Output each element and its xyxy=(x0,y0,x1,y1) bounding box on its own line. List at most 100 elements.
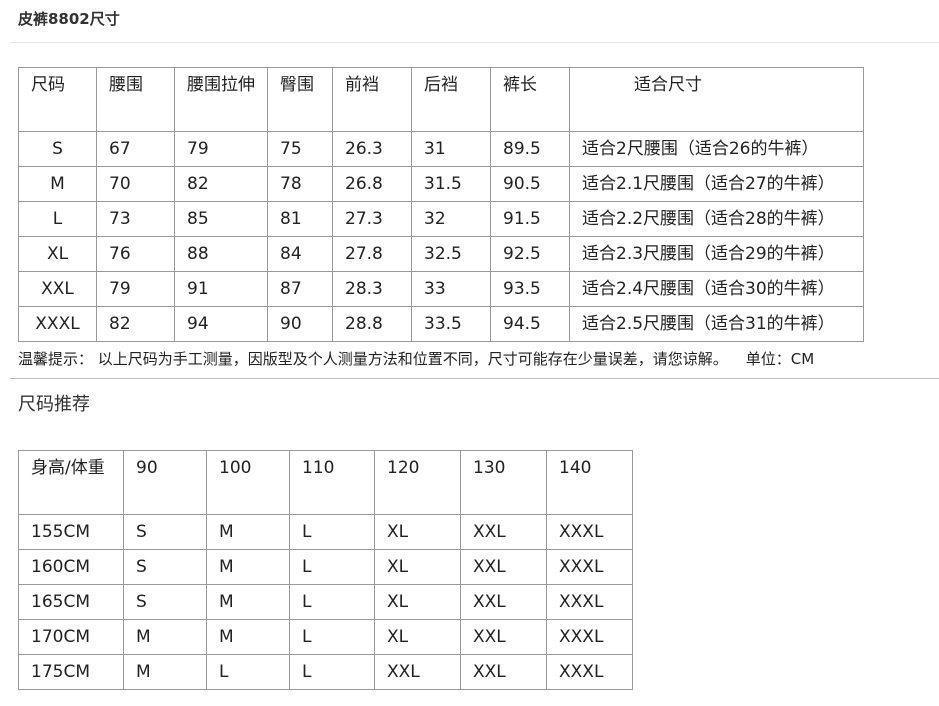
column-header: 120 xyxy=(374,450,461,515)
table-cell: 适合2.3尺腰围（适合29的牛裤） xyxy=(569,236,864,272)
table-cell: 87 xyxy=(267,271,333,307)
table-cell: XXL xyxy=(460,514,547,550)
column-header: 90 xyxy=(123,450,207,515)
table-cell: 31 xyxy=(411,131,491,167)
table-cell: L xyxy=(289,654,375,690)
table-cell: XL xyxy=(374,549,461,585)
table-row: S 67 79 75 26.3 31 89.5 适合2尺腰围（适合26的牛裤） xyxy=(18,131,864,167)
table-cell: 33 xyxy=(411,271,491,307)
table-cell: 155CM xyxy=(18,514,124,550)
table-cell: 90 xyxy=(267,306,333,342)
section-divider xyxy=(10,378,939,379)
table-cell: XXL xyxy=(460,549,547,585)
table-cell: XXXL xyxy=(546,584,633,620)
table-cell: 33.5 xyxy=(411,306,491,342)
table-cell: 93.5 xyxy=(490,271,570,307)
size-recommendation-table: 身高/体重 90 100 110 120 130 140 155CM S M L XL XXL XXXL 1… xyxy=(18,450,633,690)
table-row: L 73 85 81 27.3 32 91.5 适合2.2尺腰围（适合28的牛裤） xyxy=(18,201,864,237)
measurement-note: 温馨提示： 以上尺码为手工测量，因版型及个人测量方法和位置不同，尺寸可能存在少量… xyxy=(18,348,814,369)
unit-label: 单位：CM xyxy=(745,350,815,368)
table-cell: L xyxy=(289,514,375,550)
table-cell: M xyxy=(123,654,207,690)
table-cell: XL xyxy=(18,236,97,272)
table-cell: 90.5 xyxy=(490,166,570,202)
table-cell: M xyxy=(206,619,290,655)
table-cell: XXXL xyxy=(546,514,633,550)
page-title: 皮裤8802尺寸 xyxy=(18,10,120,28)
table-cell: L xyxy=(289,584,375,620)
table-cell: M xyxy=(18,166,97,202)
table-cell: S xyxy=(123,549,207,585)
table-cell: 27.3 xyxy=(332,201,412,237)
table-cell: S xyxy=(123,584,207,620)
table-cell: 31.5 xyxy=(411,166,491,202)
table-cell: XXL xyxy=(18,271,97,307)
table-cell: 160CM xyxy=(18,549,124,585)
column-header: 后裆 xyxy=(411,67,491,132)
table-cell: 82 xyxy=(174,166,268,202)
column-header: 身高/体重 xyxy=(18,450,124,515)
table-cell: M xyxy=(206,584,290,620)
table-cell: 92.5 xyxy=(490,236,570,272)
table-cell: 73 xyxy=(96,201,175,237)
table-cell: XXL xyxy=(374,654,461,690)
table-cell: 67 xyxy=(96,131,175,167)
table-cell: 79 xyxy=(96,271,175,307)
table-cell: 85 xyxy=(174,201,268,237)
table-cell: 32 xyxy=(411,201,491,237)
table-cell: 26.8 xyxy=(332,166,412,202)
table-cell: XL xyxy=(374,619,461,655)
header-row: 尺码 腰围 腰围拉伸 臀围 前裆 后裆 裤长 适合尺寸 xyxy=(18,67,864,132)
column-header: 100 xyxy=(206,450,290,515)
table-cell: XXXL xyxy=(546,654,633,690)
table-cell: L xyxy=(206,654,290,690)
table-cell: XXL xyxy=(460,654,547,690)
table-cell: 91 xyxy=(174,271,268,307)
table-cell: XXL xyxy=(460,619,547,655)
table-cell: 70 xyxy=(96,166,175,202)
table-cell: 91.5 xyxy=(490,201,570,237)
table-cell: XL xyxy=(374,514,461,550)
table-cell: XXXL xyxy=(546,619,633,655)
table-row: 160CM S M L XL XXL XXXL xyxy=(18,549,633,585)
table-cell: M xyxy=(206,549,290,585)
column-header: 适合尺寸 xyxy=(569,67,864,132)
header-row: 身高/体重 90 100 110 120 130 140 xyxy=(18,450,633,515)
table-cell: 适合2尺腰围（适合26的牛裤） xyxy=(569,131,864,167)
table-row: 170CM M M L XL XXL XXXL xyxy=(18,619,633,655)
table-cell: 165CM xyxy=(18,584,124,620)
size-chart-table: 尺码 腰围 腰围拉伸 臀围 前裆 后裆 裤长 适合尺寸 S 67 79 75 26.3 31 89.5 适合2… xyxy=(18,67,864,342)
column-header: 130 xyxy=(460,450,547,515)
table-cell: 76 xyxy=(96,236,175,272)
table-cell: 适合2.2尺腰围（适合28的牛裤） xyxy=(569,201,864,237)
table-row: XL 76 88 84 27.8 32.5 92.5 适合2.3尺腰围（适合29的牛裤） xyxy=(18,236,864,272)
table-cell: 82 xyxy=(96,306,175,342)
table-row: XXL 79 91 87 28.3 33 93.5 适合2.4尺腰围（适合30的牛裤） xyxy=(18,271,864,307)
table-cell: XXXL xyxy=(546,549,633,585)
table-row: 175CM M L L XXL XXL XXXL xyxy=(18,654,633,690)
column-header: 前裆 xyxy=(332,67,412,132)
table-cell: 27.8 xyxy=(332,236,412,272)
table-cell: L xyxy=(18,201,97,237)
table-row: XXXL 82 94 90 28.8 33.5 94.5 适合2.5尺腰围（适合31的牛裤） xyxy=(18,306,864,342)
table-cell: 78 xyxy=(267,166,333,202)
table-cell: 79 xyxy=(174,131,268,167)
table-cell: 94.5 xyxy=(490,306,570,342)
table-row: 155CM S M L XL XXL XXXL xyxy=(18,514,633,550)
table-row: 165CM S M L XL XXL XXXL xyxy=(18,584,633,620)
table-cell: 81 xyxy=(267,201,333,237)
column-header: 尺码 xyxy=(18,67,97,132)
table-cell: 75 xyxy=(267,131,333,167)
table-cell: 适合2.1尺腰围（适合27的牛裤） xyxy=(569,166,864,202)
table-cell: 89.5 xyxy=(490,131,570,167)
table-cell: M xyxy=(206,514,290,550)
column-header: 裤长 xyxy=(490,67,570,132)
table-cell: XXXL xyxy=(18,306,97,342)
table-cell: 32.5 xyxy=(411,236,491,272)
table-cell: M xyxy=(123,619,207,655)
table-cell: 175CM xyxy=(18,654,124,690)
table-cell: XXL xyxy=(460,584,547,620)
table-cell: 28.3 xyxy=(332,271,412,307)
table-cell: 28.8 xyxy=(332,306,412,342)
table-cell: 84 xyxy=(267,236,333,272)
